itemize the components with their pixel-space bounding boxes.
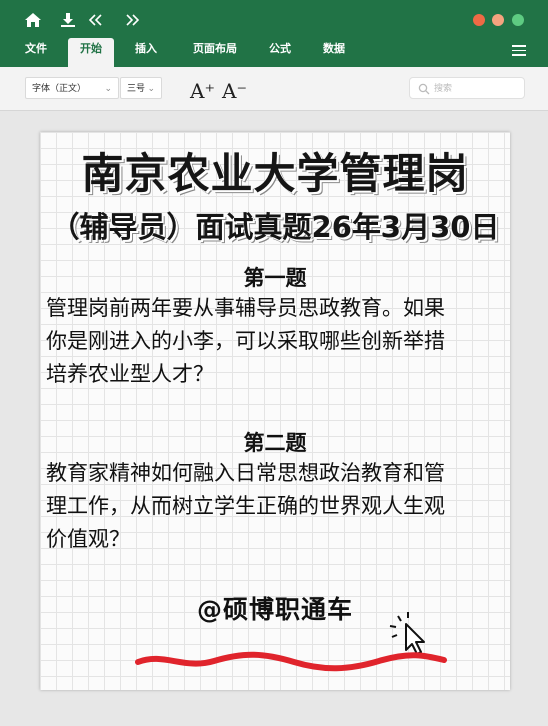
document-page[interactable]: 南京农业大学管理岗 （辅导员）面试真题26年3月30日 第一题 管理岗前两年要从… [40,132,510,690]
text-line: 理工作，从而树立学生正确的世界观人生观 [46,494,445,518]
text-line: 价值观？ [46,527,130,551]
author-signature: @硕博职通车 [196,595,353,624]
undo-icon[interactable] [86,10,108,32]
search-icon [418,83,430,95]
search-placeholder: 搜索 [434,84,453,94]
font-size-value: 三号 [127,84,146,94]
shrink-font-button[interactable]: A⁻ [222,79,247,103]
text-line: 管理岗前两年要从事辅导员思政教育。如果 [46,296,445,320]
title-bar: 文件 开始 插入 页面布局 公式 数据 [0,0,548,67]
tab-page-layout[interactable]: 页面布局 [184,38,246,67]
font-name-value: 字体（正文） [32,84,87,94]
tab-insert[interactable]: 插入 [126,38,166,67]
search-field[interactable]: 搜索 [409,77,525,99]
redo-icon[interactable] [122,10,144,32]
tab-data[interactable]: 数据 [314,38,354,67]
ribbon-toolbar: 字体（正文） ⌄ 三号 ⌄ A⁺ A⁻ 搜索 [0,67,548,111]
font-name-select[interactable]: 字体（正文） ⌄ [25,77,119,99]
tab-formulas[interactable]: 公式 [260,38,300,67]
text-line: 培养农业型人才？ [46,362,214,386]
document-title: 南京农业大学管理岗 [81,149,469,198]
font-size-select[interactable]: 三号 ⌄ [120,77,162,99]
menu-icon[interactable] [512,42,526,59]
grow-font-button[interactable]: A⁺ [190,79,215,103]
text-line: 教育家精神如何融入日常思想政治教育和管 [46,461,445,485]
tab-file[interactable]: 文件 [16,38,56,67]
download-icon[interactable] [58,10,80,32]
question-1-text: 管理岗前两年要从事辅导员思政教育。如果 你是刚进入的小李，可以采取哪些创新举措 … [46,292,508,391]
chevron-down-icon: ⌄ [147,84,155,94]
maximize-window-button[interactable] [512,14,524,26]
text-line: 你是刚进入的小李，可以采取哪些创新举措 [46,329,445,353]
document-subtitle: （辅导员）面试真题26年3月30日 [50,210,500,244]
question-2-heading: 第二题 [243,431,307,455]
question-1-heading: 第一题 [243,266,307,290]
decorative-wavy-underline [135,651,447,672]
minimize-window-button[interactable] [492,14,504,26]
close-window-button[interactable] [473,14,485,26]
question-2-text: 教育家精神如何融入日常思想政治教育和管 理工作，从而树立学生正确的世界观人生观 … [46,457,508,556]
tab-home[interactable]: 开始 [68,38,114,67]
chevron-down-icon: ⌄ [104,84,112,94]
home-icon[interactable] [23,10,45,32]
